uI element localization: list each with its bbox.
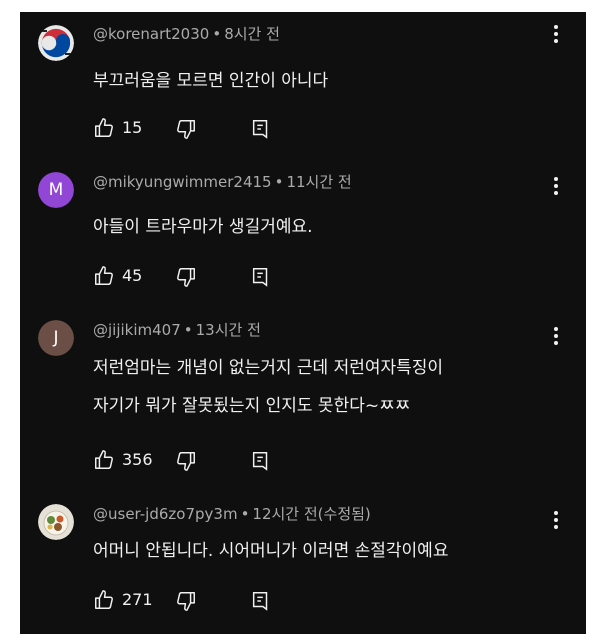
meta-separator: • [212,25,222,43]
comment-time[interactable]: 12시간 전(수정됨) [252,505,370,523]
comment-actions: 271 [93,589,293,613]
comment-text: 아들이 트라우마가 생길거예요. [93,209,313,245]
avatar-letter: M [48,180,64,200]
taegeuk-flag-avatar-icon [38,25,74,61]
more-options-button[interactable] [546,23,566,45]
more-options-button[interactable] [546,325,566,347]
like-count: 45 [122,266,143,285]
comment-meta: @korenart2030 • 8시간 전 [93,23,280,45]
thumbs-down-icon[interactable] [175,450,197,472]
avatar-letter-circle: J [38,320,74,356]
avatar[interactable]: M [38,172,74,208]
comments-panel: @korenart2030 • 8시간 전 부끄러움을 모르면 인간이 아니다 15… [20,12,586,634]
food-plate-avatar-icon [38,504,74,540]
thumbs-up-icon[interactable] [93,265,115,287]
avatar[interactable] [38,25,74,61]
comment-actions: 15 [93,117,293,141]
more-vert-icon [554,511,558,529]
thumbs-down-icon[interactable] [175,118,197,140]
avatar[interactable]: J [38,320,74,356]
avatar[interactable] [38,504,74,540]
comment-meta: @user-jd6zo7py3m • 12시간 전(수정됨) [93,503,371,525]
more-vert-icon [554,25,558,43]
comment-actions: 45 [93,265,293,289]
like-count: 356 [122,450,153,469]
thumbs-down-icon[interactable] [175,266,197,288]
comment-meta: @mikyungwimmer2415 • 11시간 전 [93,171,352,193]
comment-text-line: 부끄러움을 모르면 인간이 아니다 [93,71,329,91]
meta-separator: • [240,505,250,523]
comment-text-line: 어머니 안됩니다. 시어머니가 이러면 손절각이예요 [93,541,449,561]
comment-actions: 356 [93,449,293,473]
comment-text-line: 자기가 뭐가 잘못됬는지 인지도 못한다~ㅉㅉ [93,396,411,416]
thumbs-up-icon[interactable] [93,117,115,139]
comment-text: 저런엄마는 개념이 없는거지 근데 저런여자특징이 자기가 뭐가 잘못됬는지 인… [93,349,443,425]
meta-separator: • [274,173,284,191]
comment-author[interactable]: @mikyungwimmer2415 [93,173,272,191]
comment-text: 부끄러움을 모르면 인간이 아니다 [93,63,328,99]
like-count: 271 [122,590,153,609]
comment-text: 어머니 안됩니다. 시어머니가 이러면 손절각이예요 [93,533,448,569]
reply-icon[interactable] [250,118,272,140]
more-options-button[interactable] [546,509,566,531]
thumbs-down-icon[interactable] [175,590,197,612]
comment-text-line: 저런엄마는 개념이 없는거지 근데 저런여자특징이 [93,358,444,378]
thumbs-up-icon[interactable] [93,449,115,471]
more-options-button[interactable] [546,175,566,197]
comment-text-line: 아들이 트라우마가 생길거예요. [93,217,313,237]
reply-icon[interactable] [250,266,272,288]
comment-time[interactable]: 11시간 전 [286,173,351,191]
avatar-letter-circle: M [38,172,74,208]
avatar-letter: J [53,328,59,348]
comment-author[interactable]: @user-jd6zo7py3m [93,505,238,523]
comment-time[interactable]: 13시간 전 [196,321,261,339]
more-vert-icon [554,177,558,195]
meta-separator: • [183,321,193,339]
reply-icon[interactable] [250,450,272,472]
comment-author[interactable]: @jijikim407 [93,321,181,339]
comment-time[interactable]: 8시간 전 [224,25,280,43]
comment-meta: @jijikim407 • 13시간 전 [93,319,261,341]
reply-icon[interactable] [250,590,272,612]
more-vert-icon [554,327,558,345]
like-count: 15 [122,118,143,137]
thumbs-up-icon[interactable] [93,589,115,611]
comment-author[interactable]: @korenart2030 [93,25,209,43]
